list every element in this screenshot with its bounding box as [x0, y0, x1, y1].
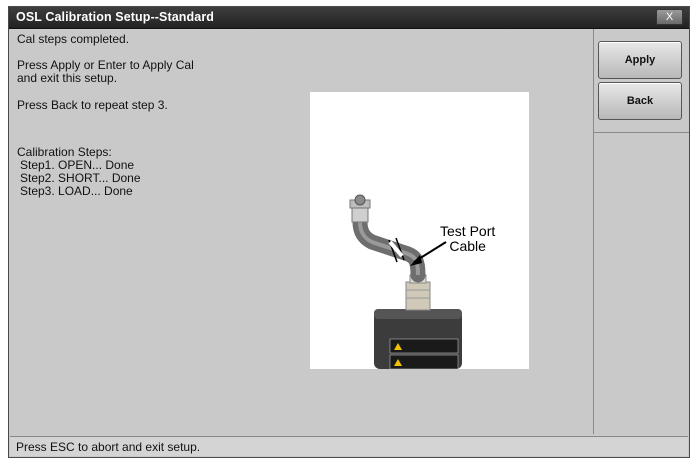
- calibration-dialog: OSL Calibration Setup--Standard X Cal st…: [8, 6, 690, 458]
- back-button[interactable]: Back: [598, 82, 682, 120]
- apply-button[interactable]: Apply: [598, 41, 682, 79]
- status-message: Cal steps completed.: [17, 32, 130, 46]
- warning-label-1: [389, 338, 459, 354]
- port-connector: [405, 281, 431, 311]
- apply-instruction: Press Apply or Enter to Apply Cal and ex…: [17, 58, 194, 85]
- status-text: Press ESC to abort and exit setup.: [16, 440, 201, 454]
- calibration-steps-heading: Calibration Steps:: [17, 145, 112, 159]
- cable-end-pin: [354, 194, 366, 206]
- close-icon: X: [665, 11, 674, 23]
- step-load: Step3. LOAD... Done: [20, 184, 133, 198]
- warning-label-2: [389, 354, 459, 370]
- title-bar: OSL Calibration Setup--Standard X: [9, 7, 689, 29]
- cable-label: Test Port Cable: [440, 223, 496, 254]
- test-port-cable-illustration: Test Port Cable: [310, 92, 529, 370]
- back-instruction: Press Back to repeat step 3.: [17, 98, 168, 112]
- side-panel: Apply Back: [594, 29, 689, 434]
- close-button[interactable]: X: [656, 9, 683, 25]
- cable-diagram: [349, 194, 462, 370]
- instruction-panel: Cal steps completed. Press Apply or Ente…: [10, 29, 594, 434]
- side-panel-divider: [594, 132, 689, 133]
- status-bar: Press ESC to abort and exit setup.: [10, 436, 688, 456]
- window-title: OSL Calibration Setup--Standard: [16, 10, 215, 24]
